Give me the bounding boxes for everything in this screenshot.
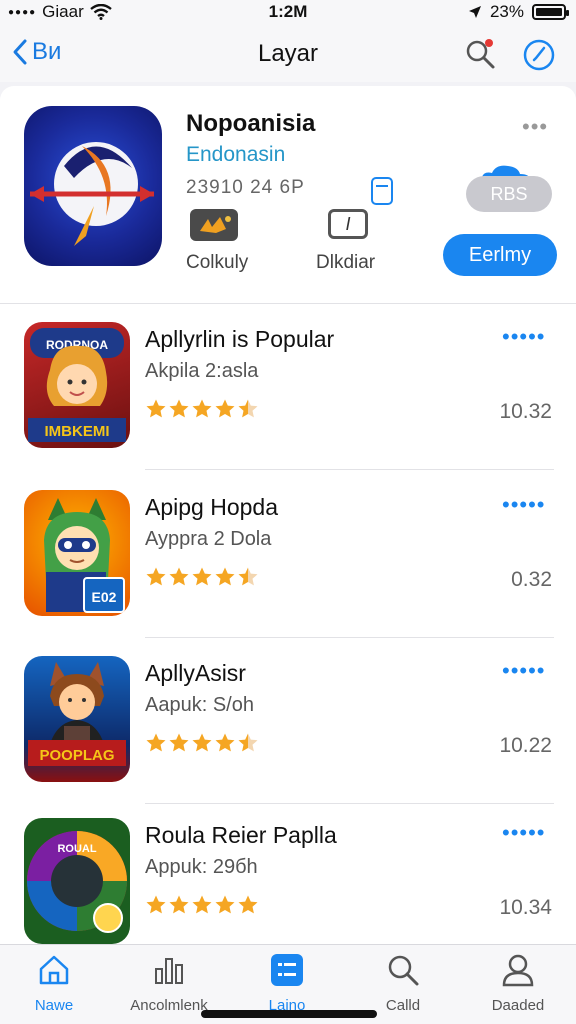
- app-value: 10.32: [499, 400, 552, 423]
- more-options-button[interactable]: •••: [522, 114, 548, 140]
- list-item[interactable]: POOPLAG ApllyAsisr Aapuk: S/oh ••••• 10.…: [0, 638, 576, 804]
- divider: [145, 469, 554, 470]
- chart-icon: [155, 958, 183, 984]
- app-name: ApllyAsisr: [145, 660, 246, 686]
- app-icon-text: POOPLAG: [39, 747, 114, 764]
- list-item[interactable]: ROUAL Roula Reier Paplla Appuk: 29бh •••…: [0, 800, 576, 966]
- featured-label-developer: Dlkdiar: [316, 252, 376, 273]
- list-item[interactable]: RODRNOA IMBKEMI Apllyrlin is Popular Akp…: [0, 304, 576, 470]
- status-bar: ●●●● Giaar 1:2M 23%: [0, 0, 576, 26]
- app-icon-text: ROUAL: [57, 843, 96, 855]
- more-options-button[interactable]: •••••: [502, 494, 546, 516]
- star-icon: [146, 733, 166, 752]
- star-icon: [169, 399, 189, 418]
- badge-sparkle-icon: [190, 209, 238, 241]
- battery-percent: 23%: [489, 2, 524, 21]
- location-arrow-icon: [468, 6, 481, 18]
- star-rating: [145, 398, 259, 420]
- star-icon: [169, 895, 189, 914]
- star-icon: [192, 733, 212, 752]
- tab-charts[interactable]: Ancolmlenk: [119, 953, 219, 1014]
- battery-icon: [532, 4, 569, 20]
- home-indicator: [201, 1010, 377, 1018]
- app-name: Roula Reier Paplla: [145, 822, 337, 848]
- star-icon: [215, 895, 235, 914]
- featured-label-category: Colkuly: [186, 252, 249, 273]
- app-icon: E02: [24, 490, 130, 616]
- app-subtitle: Aypprа 2 Dola: [145, 528, 272, 550]
- star-icon: [238, 733, 258, 752]
- badge-info-icon: I: [328, 209, 368, 239]
- document-icon: [371, 177, 393, 205]
- tab-label: Daaded: [491, 997, 545, 1014]
- cloud-download-button[interactable]: RBS: [466, 176, 552, 212]
- featured-app-card[interactable]: Nopoanisia Endonasin 23910 24 6P ••• RBS…: [0, 86, 576, 304]
- star-icon: [192, 895, 212, 914]
- star-icon: [215, 567, 235, 586]
- star-icon: [192, 399, 212, 418]
- app-value: 0.32: [511, 568, 552, 591]
- star-rating: [145, 894, 259, 916]
- star-icon: [215, 733, 235, 752]
- app-subtitle: Appuk: 29бh: [145, 856, 258, 878]
- star-icon: [146, 895, 166, 914]
- star-icon: [146, 399, 166, 418]
- star-icon: [146, 567, 166, 586]
- tab-search[interactable]: Calld: [353, 953, 453, 1014]
- star-icon: [169, 733, 189, 752]
- app-value: 10.34: [499, 896, 552, 919]
- compass-icon[interactable]: [522, 38, 556, 72]
- app-value: 10.22: [499, 734, 552, 757]
- featured-app-meta: 23910 24 6P: [186, 177, 305, 198]
- list-icon: [271, 954, 303, 986]
- star-icon: [238, 399, 258, 418]
- more-options-button[interactable]: •••••: [502, 660, 546, 682]
- search-icon[interactable]: [464, 38, 496, 70]
- star-icon: [238, 567, 258, 586]
- app-subtitle: Akpila 2:asla: [145, 360, 259, 382]
- app-name: Apllyrlin is Popular: [145, 326, 335, 352]
- more-options-button[interactable]: •••••: [502, 326, 546, 348]
- tab-home[interactable]: Nawe: [4, 953, 104, 1014]
- app-icon: ROUAL: [24, 818, 130, 944]
- person-icon: [502, 954, 534, 987]
- status-right: 23%: [468, 2, 569, 22]
- app-name: Apipg Hopda: [145, 494, 278, 520]
- app-list: RODRNOA IMBKEMI Apllyrlin is Popular Akp…: [0, 304, 576, 944]
- list-item[interactable]: E02 Apipg Hopda Aypprа 2 Dola ••••• 0.32: [0, 472, 576, 638]
- featured-app-subtitle: Endonasin: [186, 143, 286, 166]
- search-icon: [388, 955, 419, 986]
- star-icon: [215, 399, 235, 418]
- home-icon: [39, 955, 69, 985]
- more-options-button[interactable]: •••••: [502, 822, 546, 844]
- tab-list[interactable]: Laino: [237, 953, 337, 1014]
- featured-app-icon: [24, 106, 162, 266]
- app-icon-text: E02: [92, 589, 117, 605]
- star-icon: [192, 567, 212, 586]
- star-rating: [145, 732, 259, 754]
- featured-app-title: Nopoanisia: [186, 110, 316, 137]
- navigation-bar: Bи Layar: [0, 26, 576, 82]
- star-icon: [169, 567, 189, 586]
- tab-label: Nawe: [34, 997, 74, 1014]
- tab-profile[interactable]: Daaded: [468, 953, 568, 1014]
- app-icon: RODRNOA IMBKEMI: [24, 322, 130, 448]
- app-subtitle: Aapuk: S/oh: [145, 694, 254, 716]
- app-icon: POOPLAG: [24, 656, 130, 782]
- star-icon: [238, 895, 258, 914]
- star-rating: [145, 566, 259, 588]
- app-icon-text: IMBKEMI: [45, 423, 110, 440]
- get-button[interactable]: Eerlmy: [443, 234, 557, 276]
